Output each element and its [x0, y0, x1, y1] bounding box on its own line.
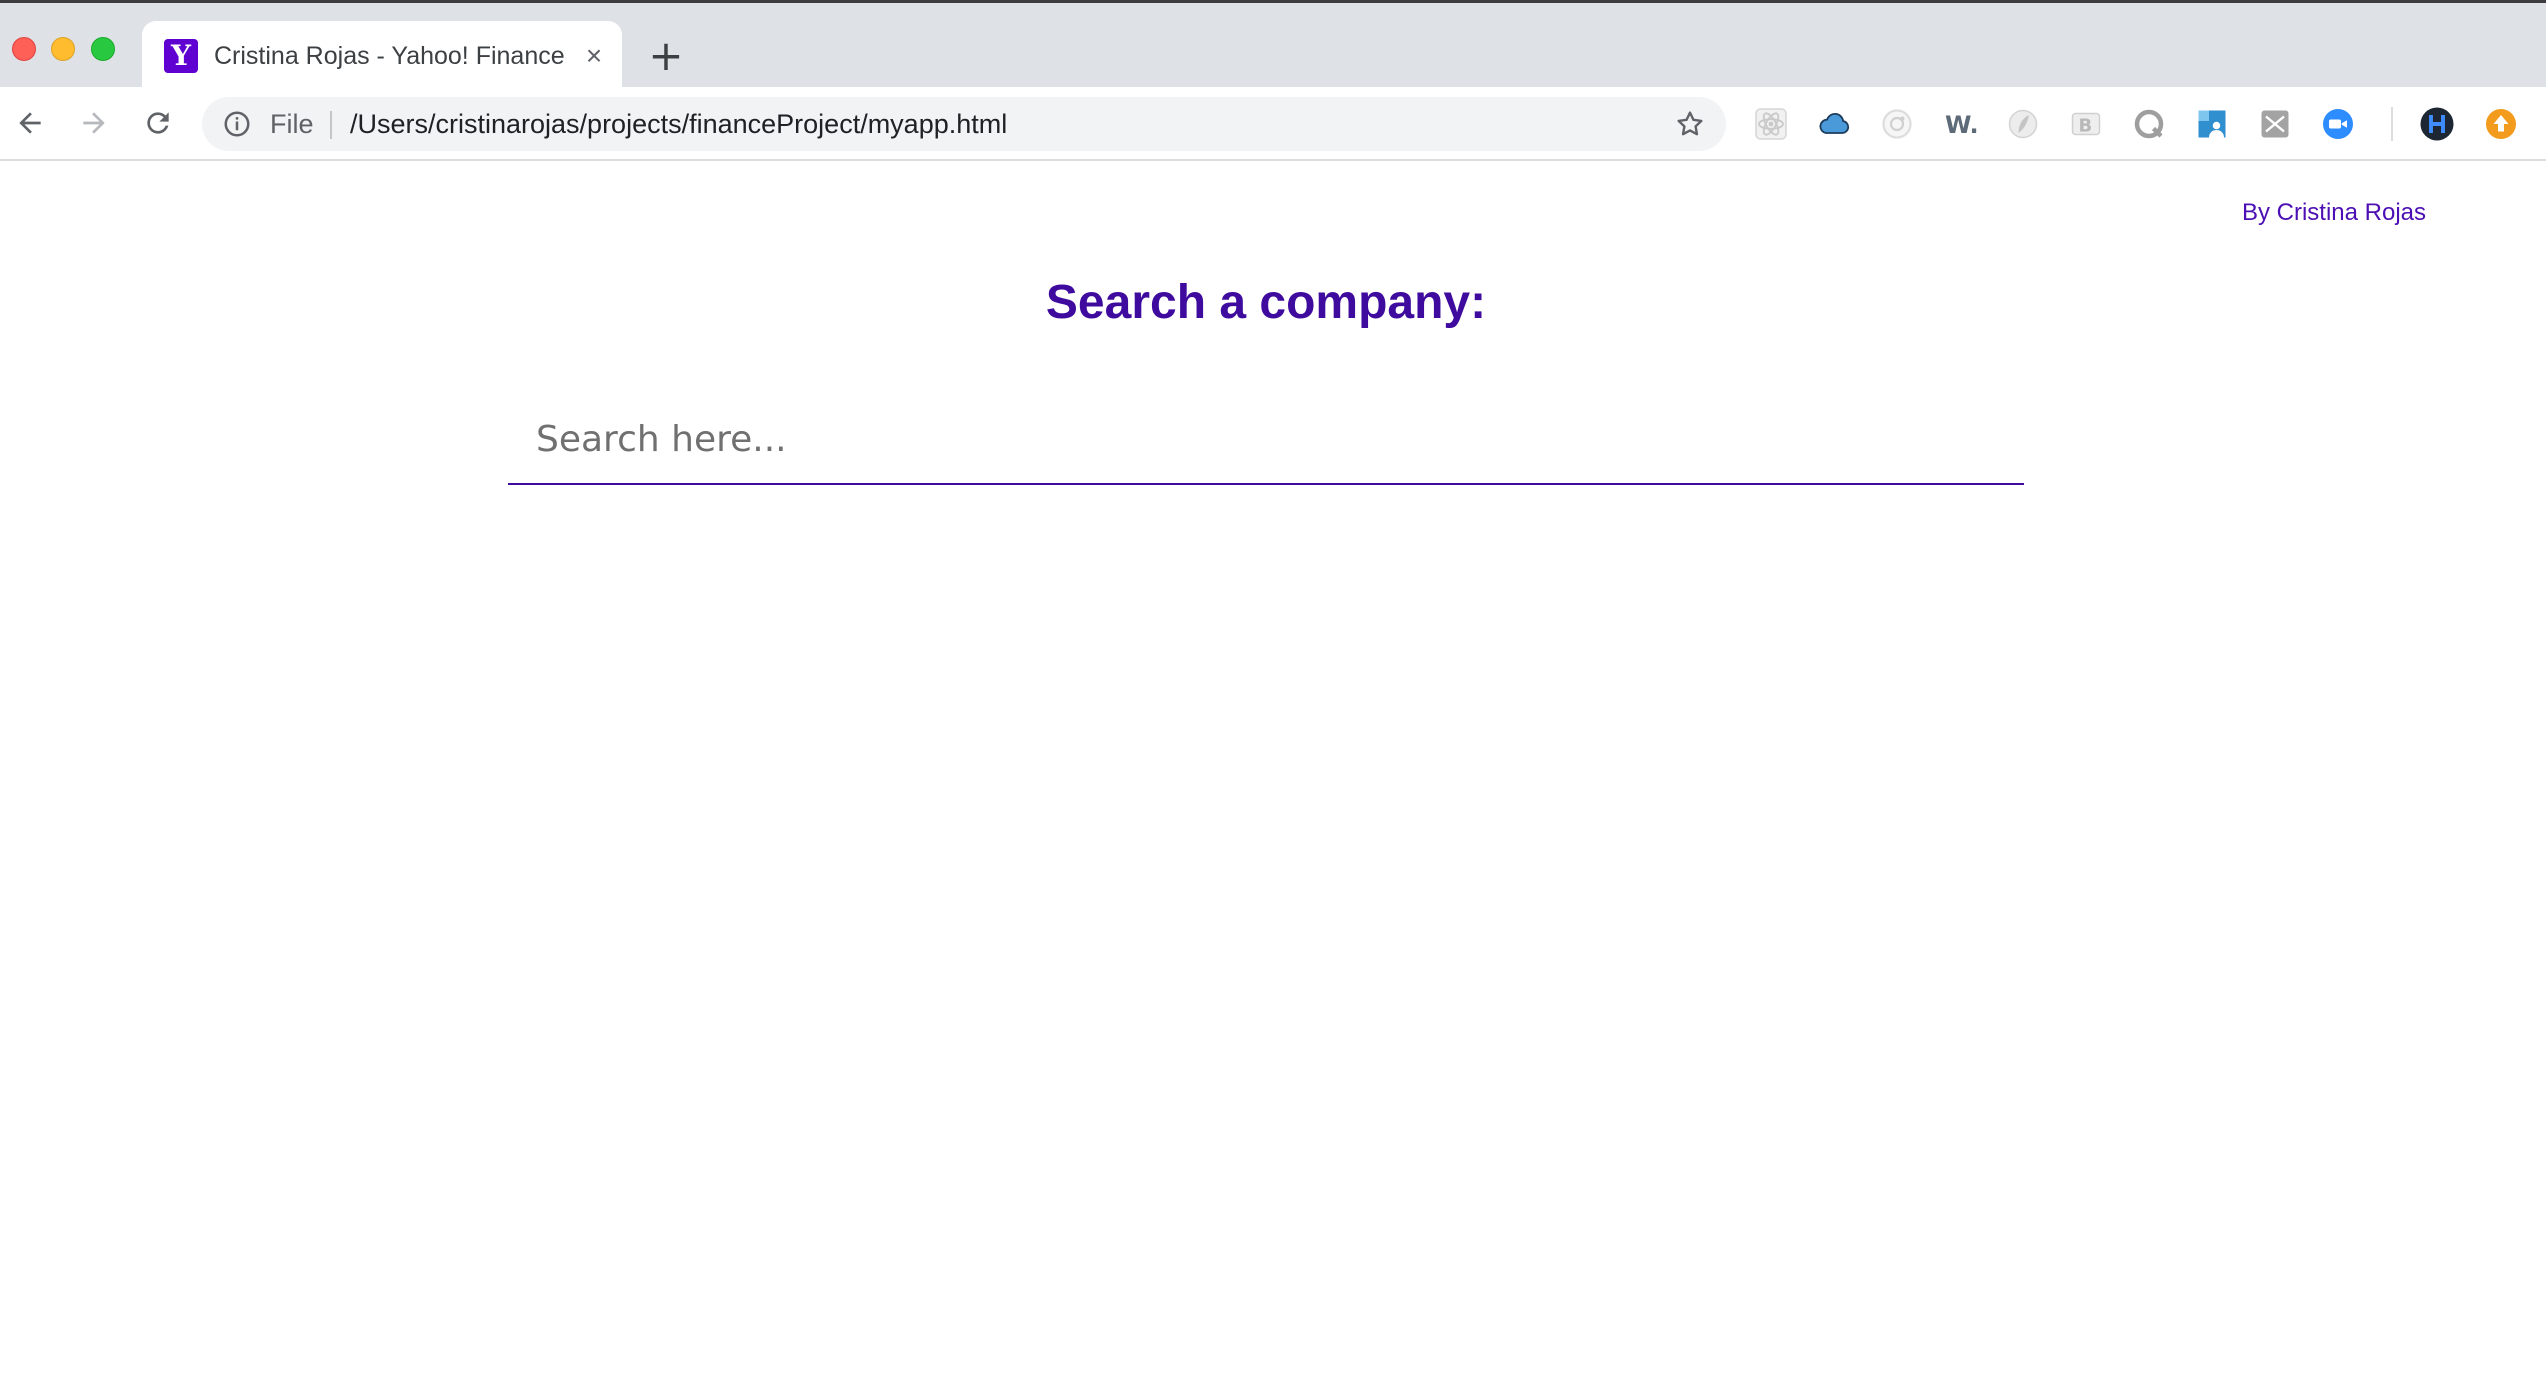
- window-maximize-button[interactable]: [91, 37, 115, 61]
- circle-extension-icon[interactable]: [1878, 105, 1916, 143]
- react-devtools-icon[interactable]: [1752, 105, 1790, 143]
- svg-text:W.: W.: [1945, 111, 1978, 139]
- tab-strip: Y Cristina Rojas - Yahoo! Finance × +: [0, 3, 2546, 90]
- leaf-extension-icon[interactable]: [2004, 105, 2042, 143]
- update-arrow-icon[interactable]: [2482, 105, 2520, 143]
- b-extension-icon[interactable]: B: [2067, 105, 2105, 143]
- cloud-icon[interactable]: [1815, 105, 1853, 143]
- w-extension-icon[interactable]: W.: [1941, 105, 1979, 143]
- yahoo-favicon-icon: Y: [164, 39, 198, 73]
- page-content: By Cristina Rojas Search a company:: [0, 163, 2546, 1380]
- q-extension-icon[interactable]: [2130, 105, 2168, 143]
- arrow-left-icon: [19, 112, 41, 134]
- forward-button[interactable]: [72, 101, 116, 145]
- info-icon[interactable]: [222, 109, 252, 139]
- browser-tab-active[interactable]: Y Cristina Rojas - Yahoo! Finance ×: [142, 21, 622, 90]
- browser-toolbar: File /Users/cristinarojas/projects/finan…: [0, 87, 2546, 161]
- page-title: Search a company:: [1045, 276, 1487, 329]
- extensions-divider: [2391, 107, 2393, 141]
- arrow-right-icon: [83, 112, 105, 134]
- window-close-button[interactable]: [12, 37, 36, 61]
- tab-close-icon[interactable]: ×: [576, 38, 612, 74]
- zoom-video-icon[interactable]: [2319, 105, 2357, 143]
- photo-extension-icon[interactable]: [2193, 105, 2231, 143]
- bookmark-star-icon[interactable]: [1674, 108, 1706, 140]
- author-link[interactable]: By Cristina Rojas: [2242, 199, 2426, 227]
- window-minimize-button[interactable]: [51, 37, 75, 61]
- url-text[interactable]: /Users/cristinarojas/projects/financePro…: [350, 97, 1550, 151]
- search-input[interactable]: [508, 395, 2024, 483]
- url-scheme-label: File: [270, 109, 314, 139]
- url-scheme-divider: [330, 111, 332, 139]
- svg-text:B: B: [2079, 116, 2093, 137]
- scissors-extension-icon[interactable]: [2256, 105, 2294, 143]
- new-tab-button[interactable]: +: [648, 34, 684, 78]
- search-field: [508, 395, 2024, 485]
- tab-title: Cristina Rojas - Yahoo! Finance: [214, 42, 565, 70]
- back-button[interactable]: [8, 101, 52, 145]
- address-bar[interactable]: File /Users/cristinarojas/projects/finan…: [202, 97, 1726, 151]
- h-profile-icon[interactable]: [2418, 105, 2456, 143]
- reload-button[interactable]: [136, 101, 180, 145]
- reload-icon: [147, 112, 169, 134]
